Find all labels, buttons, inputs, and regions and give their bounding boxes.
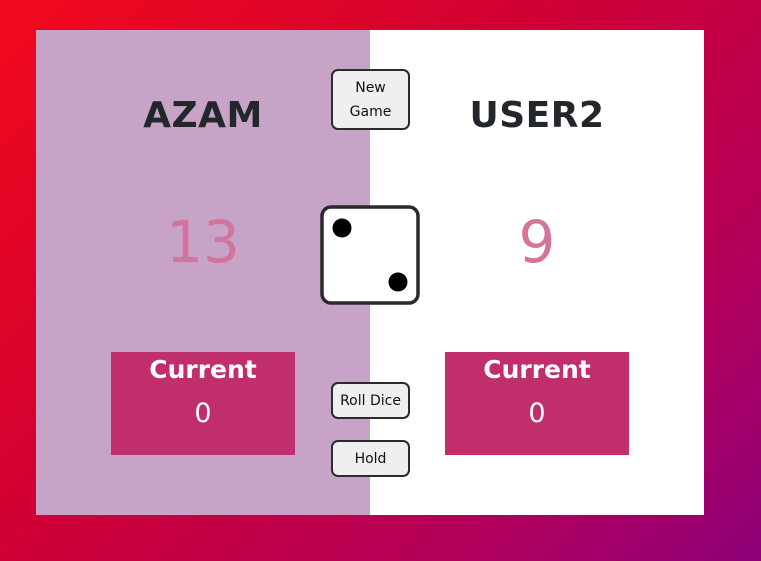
player-2-current-label: Current bbox=[483, 355, 591, 384]
hold-button[interactable]: Hold bbox=[331, 440, 410, 477]
player-2-panel: USER2 9 Current 0 bbox=[370, 30, 704, 515]
player-2-name: USER2 bbox=[469, 95, 605, 136]
dice-pip bbox=[332, 218, 352, 238]
dice-face bbox=[320, 205, 420, 305]
player-2-current-score: 0 bbox=[528, 398, 546, 429]
player-2-total-score: 9 bbox=[518, 208, 556, 276]
player-1-name: AZAM bbox=[143, 95, 263, 136]
new-game-button[interactable]: New Game bbox=[331, 69, 410, 130]
player-1-current-box: Current 0 bbox=[111, 352, 295, 455]
dice-two-icon bbox=[320, 205, 420, 305]
roll-dice-button[interactable]: Roll Dice bbox=[331, 382, 410, 419]
player-2-current-box: Current 0 bbox=[445, 352, 629, 455]
player-1-current-label: Current bbox=[149, 355, 257, 384]
player-1-current-score: 0 bbox=[194, 398, 212, 429]
dice-pip bbox=[388, 272, 408, 292]
